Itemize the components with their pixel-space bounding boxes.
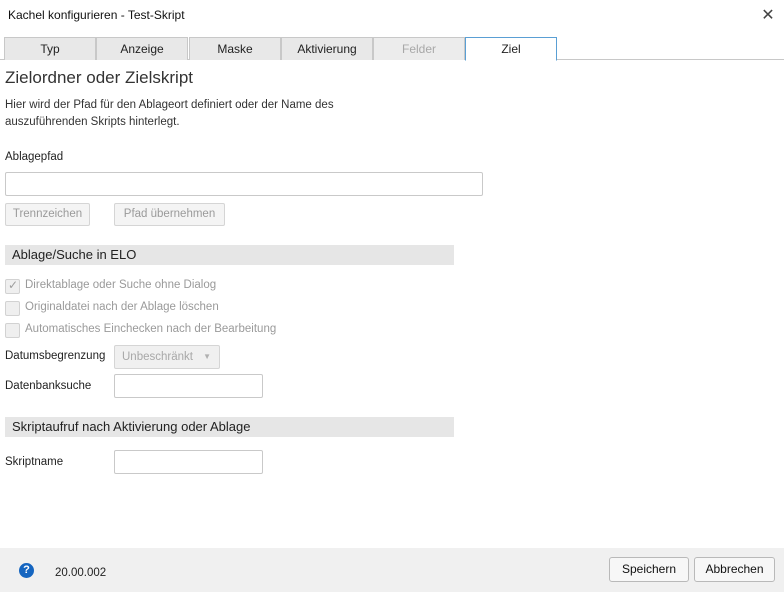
- checkbox-label: Direktablage oder Suche ohne Dialog: [25, 279, 217, 291]
- checkbox-box: ✓: [5, 278, 20, 294]
- skriptname-label: Skriptname: [5, 456, 64, 468]
- checkbox-label: Originaldatei nach der Ablage löschen: [25, 301, 219, 313]
- pfad-uebernehmen-button: Pfad übernehmen: [114, 203, 225, 226]
- datenbanksuche-input[interactable]: [114, 374, 263, 398]
- tab-content-ziel: Zielordner oder Zielskript Hier wird der…: [0, 60, 784, 548]
- datumsbegrenzung-select: Unbeschränkt ▼: [114, 345, 220, 369]
- title-bar: Kachel konfigurieren - Test-Skript ✕: [0, 0, 784, 32]
- skriptname-input[interactable]: [114, 450, 263, 474]
- checkbox-box: [5, 323, 20, 338]
- help-icon[interactable]: ?: [19, 563, 34, 578]
- dialog-footer: ? 20.00.002 Speichern Abbrechen: [0, 548, 784, 592]
- datumsbegrenzung-label: Datumsbegrenzung: [5, 350, 106, 362]
- checkbox-box: [5, 301, 20, 316]
- checkmark-icon: ✓: [8, 278, 19, 292]
- tab-aktivierung[interactable]: Aktivierung: [281, 37, 373, 60]
- tab-anzeige[interactable]: Anzeige: [96, 37, 188, 60]
- close-icon[interactable]: ✕: [758, 6, 778, 26]
- trennzeichen-button: Trennzeichen: [5, 203, 90, 226]
- datenbanksuche-label: Datenbanksuche: [5, 380, 92, 392]
- page-description: Hier wird der Pfad für den Ablageort def…: [5, 99, 334, 128]
- section-header-skriptaufruf: Skriptaufruf nach Aktivierung oder Ablag…: [5, 417, 454, 437]
- tab-bar: Typ Anzeige Maske Aktivierung Felder Zie…: [0, 32, 784, 61]
- datumsbegrenzung-value: Unbeschränkt: [122, 351, 193, 363]
- ablagepfad-label: Ablagepfad: [5, 151, 64, 163]
- checkbox-label: Automatisches Einchecken nach der Bearbe…: [25, 323, 277, 335]
- section-header-ablage: Ablage/Suche in ELO: [5, 245, 454, 265]
- version-label: 20.00.002: [55, 567, 107, 579]
- ablagepfad-input[interactable]: [5, 172, 483, 196]
- page-title: Zielordner oder Zielskript: [5, 68, 194, 87]
- tab-maske[interactable]: Maske: [189, 37, 281, 60]
- window-title: Kachel konfigurieren - Test-Skript: [8, 8, 185, 22]
- tab-felder: Felder: [373, 37, 465, 60]
- cancel-button[interactable]: Abbrechen: [694, 557, 775, 582]
- chevron-down-icon: ▼: [203, 352, 211, 361]
- save-button[interactable]: Speichern: [609, 557, 689, 582]
- tab-typ[interactable]: Typ: [4, 37, 96, 60]
- tab-ziel[interactable]: Ziel: [465, 37, 557, 61]
